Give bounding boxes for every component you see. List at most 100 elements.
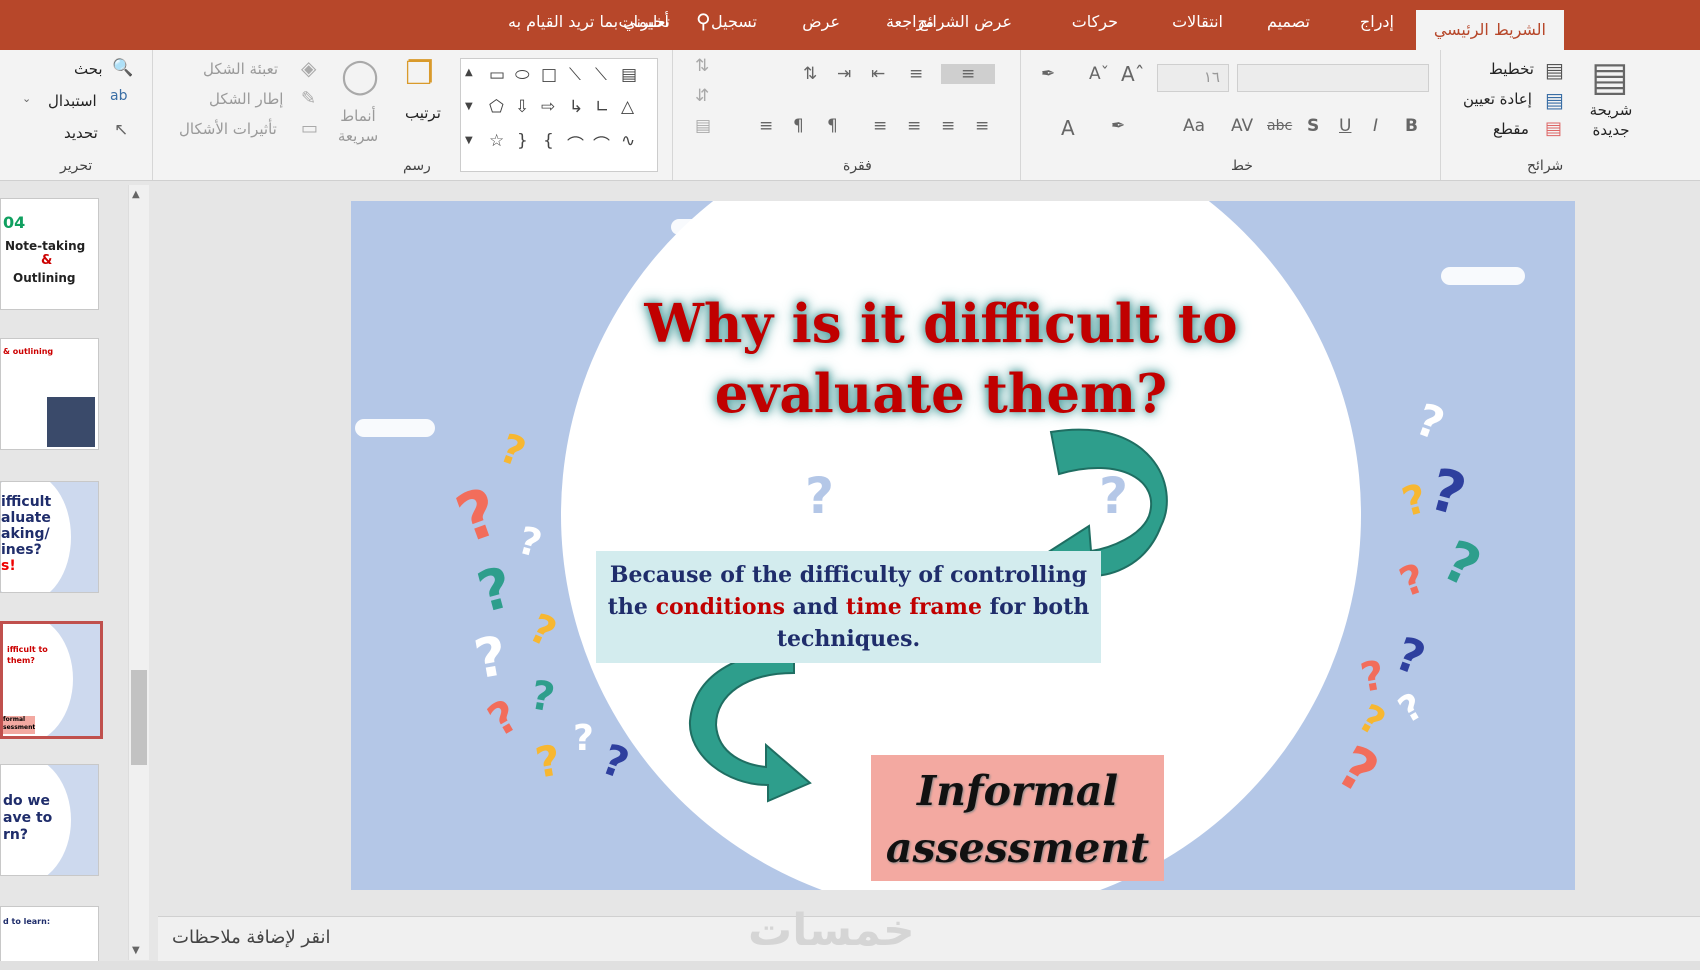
tab-transitions[interactable]: انتقالات (1172, 12, 1223, 31)
elbow-shape-icon[interactable]: ∟ (595, 97, 609, 117)
textbox-shape-icon[interactable]: ▤ (621, 65, 637, 85)
align-left-icon[interactable]: ≡ (975, 116, 989, 136)
scribble-shape-icon[interactable]: ∿ (621, 131, 635, 151)
quick-styles-icon: ◯ (341, 56, 380, 96)
line2-shape-icon[interactable]: ⟍ (595, 65, 607, 85)
oval-shape-icon[interactable]: ⬭ (515, 65, 530, 85)
line-shape-icon[interactable]: ⟍ (569, 65, 581, 85)
tab-home[interactable]: الشريط الرئيسي (1415, 10, 1564, 50)
decrease-indent-icon[interactable]: ⇤ (871, 64, 885, 84)
tab-insert[interactable]: إدراج (1360, 12, 1394, 31)
notes-pane[interactable]: انقر لإضافة ملاحظات (158, 916, 1700, 962)
ltr-icon[interactable]: ¶ (827, 116, 838, 136)
scroll-up-icon[interactable]: ▲ (132, 189, 140, 200)
reset-button[interactable]: إعادة تعيين (1463, 90, 1532, 108)
scroll-down-icon[interactable]: ▼ (132, 945, 140, 956)
shape-effects-button[interactable]: تأثيرات الأشكال (179, 120, 277, 138)
slide-thumbnail-2[interactable]: & outlining (0, 338, 99, 450)
tab-view[interactable]: عرض (802, 12, 840, 31)
gallery-down-icon[interactable]: ▼ (465, 101, 473, 112)
connector-shape-icon[interactable]: ↳ (569, 97, 583, 117)
columns-icon[interactable]: ≡ (759, 116, 773, 136)
slide-thumbnail-1[interactable]: 04 Note-taking & Outlining (0, 198, 99, 310)
ribbon-tab-bar: الشريط الرئيسي إدراج تصميم انتقالات حركا… (0, 0, 1700, 50)
quick-styles-button[interactable]: أنماط سريعة (333, 106, 383, 146)
numbering-icon[interactable]: ≡ (909, 64, 923, 84)
change-case-icon[interactable]: Aa (1183, 116, 1205, 136)
font-color-icon[interactable]: A (1061, 116, 1075, 140)
freeform-shape-icon[interactable]: ⬠ (489, 97, 504, 117)
tab-animations[interactable]: حركات (1072, 12, 1118, 31)
curve-shape-icon[interactable]: ⌒ (593, 131, 610, 156)
question-mark-decoration: ? (1409, 394, 1451, 451)
shadow-icon[interactable]: S (1307, 116, 1319, 136)
question-mark-decoration: ? (1393, 555, 1432, 607)
align-center-icon[interactable]: ≡ (941, 116, 955, 136)
brace-shape-icon[interactable]: } (517, 131, 528, 151)
slide-thumbnail-3[interactable]: ifficult aluate aking/ines? s! (0, 481, 99, 593)
font-group: ✒ Aˇ Aˆ ١٦ A ✒ Aa AV abc S U I B خط (1020, 50, 1441, 180)
shapes-gallery[interactable]: ▭ ⬭ □ ⟍ ⟍ ▤ ⬠ ⇩ ⇨ ↳ ∟ △ ☆ } { ⌒ ⌒ ∿ ▲ ▼ … (460, 58, 658, 172)
underline-icon[interactable]: U (1339, 116, 1351, 136)
replace-button[interactable]: استبدال (48, 92, 97, 110)
paragraph-group-label: فقرة (843, 158, 872, 174)
right-arrow-shape-icon[interactable]: ⇨ (541, 97, 555, 117)
section-icon: ▤ (1545, 118, 1563, 139)
align-right-icon[interactable]: ≡ (907, 116, 921, 136)
char-spacing-icon[interactable]: AV (1231, 116, 1253, 136)
tab-review[interactable]: مراجعة (886, 12, 934, 31)
shape-fill-button[interactable]: تعبئة الشكل (203, 60, 278, 78)
thumbnail-scrollbar[interactable]: ▲ ▼ (128, 185, 149, 960)
rectangle-shape-icon[interactable]: ▭ (489, 65, 505, 85)
notes-placeholder[interactable]: انقر لإضافة ملاحظات (172, 927, 330, 948)
font-name-combo[interactable] (1237, 64, 1429, 92)
highlight-icon[interactable]: ✒ (1111, 116, 1125, 136)
smartart-icon[interactable]: ▤ (695, 116, 711, 136)
brace2-shape-icon[interactable]: { (543, 131, 554, 151)
align-text-icon[interactable]: ⇵ (695, 86, 709, 106)
strikethrough-icon[interactable]: abc (1267, 118, 1292, 134)
question-mark-decoration: ? (1391, 685, 1431, 732)
tab-record[interactable]: تسجيل (711, 12, 757, 31)
answer-textbox[interactable]: Informal assessment (871, 755, 1164, 881)
select-button[interactable]: تحديد (64, 124, 98, 142)
decrease-font-icon[interactable]: Aˇ (1089, 64, 1109, 84)
italic-icon[interactable]: I (1373, 116, 1378, 136)
arrange-button[interactable]: ترتيب (405, 104, 441, 122)
star-shape-icon[interactable]: ☆ (489, 131, 504, 151)
slide-thumbnail-6[interactable]: d to learn: (0, 906, 99, 968)
increase-font-icon[interactable]: Aˆ (1121, 62, 1145, 86)
font-size-combo[interactable]: ١٦ (1157, 64, 1229, 92)
text-direction-icon[interactable]: ⇅ (695, 56, 709, 76)
question-mark-decoration: ? (1432, 528, 1490, 601)
line-spacing-icon[interactable]: ⇅ (803, 64, 817, 84)
layout-button[interactable]: تخطيط (1489, 60, 1534, 78)
square-shape-icon[interactable]: □ (541, 65, 557, 85)
rtl-icon[interactable]: ¶ (793, 116, 804, 136)
tell-me-search[interactable]: أخبرني بما تريد القيام به (508, 12, 669, 31)
tab-design[interactable]: تصميم (1267, 12, 1310, 31)
gallery-up-icon[interactable]: ▲ (465, 67, 473, 78)
reset-icon: ▤ (1545, 88, 1564, 112)
triangle-shape-icon[interactable]: △ (621, 97, 634, 117)
down-arrow-shape-icon[interactable]: ⇩ (515, 97, 529, 117)
font-group-label: خط (1231, 158, 1253, 174)
gallery-more-icon[interactable]: ▼ (465, 135, 473, 146)
current-slide[interactable]: ? ? ? ? ? ? ? ? ? ? ? ? ? ? ? ? ? ? ? ? … (351, 201, 1575, 890)
explanation-textbox[interactable]: Because of the difficulty of controlling… (596, 551, 1101, 663)
justify-icon[interactable]: ≡ (873, 116, 887, 136)
bold-icon[interactable]: B (1405, 116, 1418, 136)
slide-thumbnail-4-selected[interactable]: ifficult to them? formal sessment (0, 621, 103, 739)
slide-title[interactable]: Why is it difficult to evaluate them? (621, 289, 1261, 429)
shape-outline-button[interactable]: إطار الشكل (209, 90, 283, 108)
scrollbar-thumb[interactable] (131, 670, 147, 765)
question-mark-decoration: ? (493, 425, 532, 477)
section-button[interactable]: مقطع (1493, 120, 1529, 138)
new-slide-button[interactable]: شريحة جديدة (1581, 100, 1641, 140)
slide-thumbnail-5[interactable]: do we ave to rn? (0, 764, 99, 876)
clear-format-icon[interactable]: ✒ (1041, 64, 1055, 84)
increase-indent-icon[interactable]: ⇥ (837, 64, 851, 84)
find-button[interactable]: بحث (74, 60, 103, 78)
bullets-icon[interactable]: ≡ (941, 64, 996, 84)
arc-shape-icon[interactable]: ⌒ (567, 131, 584, 156)
